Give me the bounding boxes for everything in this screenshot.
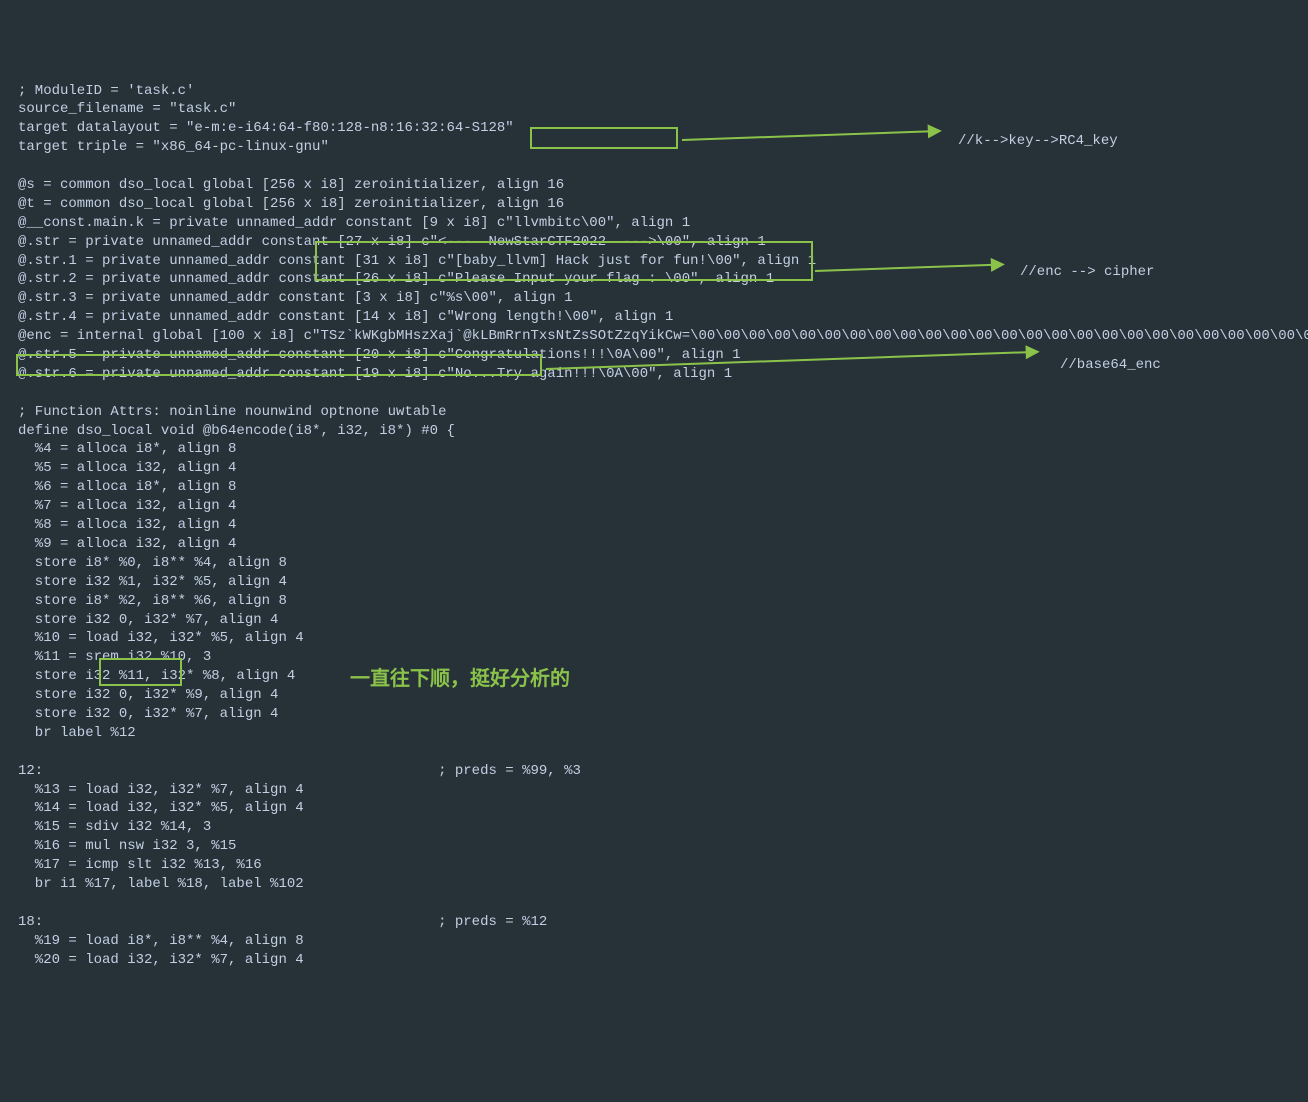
code-line xyxy=(18,157,1298,176)
code-line: br label %12 xyxy=(18,724,1298,743)
code-line: 12: ; preds = %99, %3 xyxy=(18,762,1298,781)
code-line: store i32 %11, i32* %8, align 4 xyxy=(18,667,1298,686)
code-line: @.str.2 = private unnamed_addr constant … xyxy=(18,270,1298,289)
code-line: @.str.1 = private unnamed_addr constant … xyxy=(18,252,1298,271)
code-line: %7 = alloca i32, align 4 xyxy=(18,497,1298,516)
code-line: %5 = alloca i32, align 4 xyxy=(18,459,1298,478)
code-line: %20 = load i32, i32* %7, align 4 xyxy=(18,951,1298,970)
code-line: store i32 %1, i32* %5, align 4 xyxy=(18,573,1298,592)
code-line xyxy=(18,743,1298,762)
code-line: store i8* %0, i8** %4, align 8 xyxy=(18,554,1298,573)
code-line: @.str.6 = private unnamed_addr constant … xyxy=(18,365,1298,384)
code-line: store i32 0, i32* %7, align 4 xyxy=(18,611,1298,630)
code-line: ; ModuleID = 'task.c' xyxy=(18,82,1298,101)
code-line: target datalayout = "e-m:e-i64:64-f80:12… xyxy=(18,119,1298,138)
code-line: %15 = sdiv i32 %14, 3 xyxy=(18,818,1298,837)
code-line: %9 = alloca i32, align 4 xyxy=(18,535,1298,554)
code-line: %8 = alloca i32, align 4 xyxy=(18,516,1298,535)
code-line: %11 = srem i32 %10, 3 xyxy=(18,648,1298,667)
code-line: @.str.5 = private unnamed_addr constant … xyxy=(18,346,1298,365)
code-line: @s = common dso_local global [256 x i8] … xyxy=(18,176,1298,195)
code-line xyxy=(18,384,1298,403)
code-line: source_filename = "task.c" xyxy=(18,100,1298,119)
code-line: @.str = private unnamed_addr constant [2… xyxy=(18,233,1298,252)
code-line: ; Function Attrs: noinline nounwind optn… xyxy=(18,403,1298,422)
code-line: %4 = alloca i8*, align 8 xyxy=(18,440,1298,459)
code-line: @__const.main.k = private unnamed_addr c… xyxy=(18,214,1298,233)
code-line: @t = common dso_local global [256 x i8] … xyxy=(18,195,1298,214)
code-line: %16 = mul nsw i32 3, %15 xyxy=(18,837,1298,856)
code-line: @.str.3 = private unnamed_addr constant … xyxy=(18,289,1298,308)
code-line: @.str.4 = private unnamed_addr constant … xyxy=(18,308,1298,327)
code-line: store i8* %2, i8** %6, align 8 xyxy=(18,592,1298,611)
code-line: 18: ; preds = %12 xyxy=(18,913,1298,932)
code-line: target triple = "x86_64-pc-linux-gnu" xyxy=(18,138,1298,157)
code-line: store i32 0, i32* %9, align 4 xyxy=(18,686,1298,705)
code-line: %14 = load i32, i32* %5, align 4 xyxy=(18,799,1298,818)
code-line: %13 = load i32, i32* %7, align 4 xyxy=(18,781,1298,800)
code-line: store i32 0, i32* %7, align 4 xyxy=(18,705,1298,724)
code-line xyxy=(18,894,1298,913)
code-line: %19 = load i8*, i8** %4, align 8 xyxy=(18,932,1298,951)
code-viewer: ; ModuleID = 'task.c'source_filename = "… xyxy=(18,82,1298,970)
code-line: %17 = icmp slt i32 %13, %16 xyxy=(18,856,1298,875)
code-line: define dso_local void @b64encode(i8*, i3… xyxy=(18,422,1298,441)
code-line: br i1 %17, label %18, label %102 xyxy=(18,875,1298,894)
code-line: @enc = internal global [100 x i8] c"TSz`… xyxy=(18,327,1298,346)
code-line: %6 = alloca i8*, align 8 xyxy=(18,478,1298,497)
code-line: %10 = load i32, i32* %5, align 4 xyxy=(18,629,1298,648)
